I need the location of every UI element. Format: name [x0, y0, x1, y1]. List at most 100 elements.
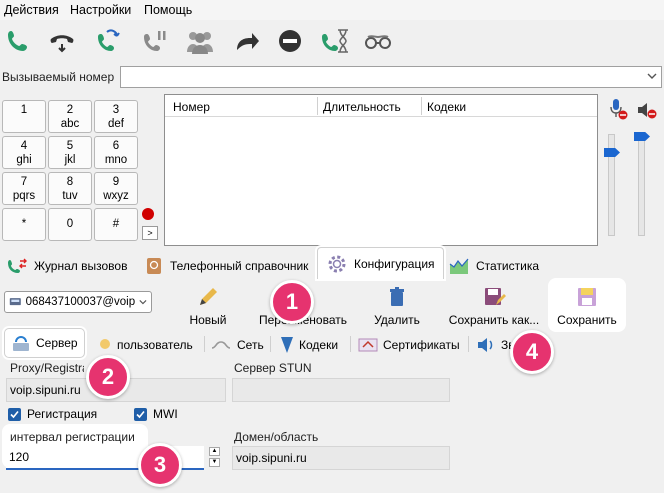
record-icon[interactable]: [142, 208, 154, 220]
account-select[interactable]: 068437100037@voip: [4, 291, 152, 313]
registration-checkbox[interactable]: Регистрация: [8, 407, 97, 421]
subtab-divider: [468, 336, 469, 352]
col-duration[interactable]: Длительность: [323, 100, 401, 114]
conference-icon[interactable]: [182, 23, 218, 59]
call-icon[interactable]: [0, 23, 36, 59]
menu-actions[interactable]: Действия: [4, 3, 59, 17]
stun-field[interactable]: [232, 378, 450, 402]
tab-call-log[interactable]: Журнал вызовов: [6, 254, 127, 278]
tab-configuration[interactable]: Конфигурация: [317, 247, 444, 279]
anonymous-icon[interactable]: [360, 23, 396, 59]
speaker-volume-thumb[interactable]: [634, 132, 650, 141]
key-7[interactable]: 7 pqrs: [2, 172, 46, 205]
trash-icon: [390, 287, 404, 306]
proxy-value: voip.sipuni.ru: [10, 383, 81, 397]
save-as-button[interactable]: Сохранить как...: [446, 285, 542, 327]
dial-number-combo[interactable]: [120, 66, 662, 88]
mic-mute-icon[interactable]: [608, 98, 628, 120]
call-log-icon: [8, 258, 27, 273]
menu-settings[interactable]: Настройки: [70, 3, 131, 17]
phonebook-icon: [147, 258, 161, 274]
new-button[interactable]: Новый: [186, 285, 230, 327]
calls-list-header: Номер Длительность Кодеки: [165, 95, 597, 117]
subtab-user[interactable]: пользователь: [98, 333, 193, 357]
subtab-codecs[interactable]: Кодеки: [280, 333, 338, 357]
calls-list[interactable]: Номер Длительность Кодеки: [164, 94, 598, 246]
save-label: Сохранить: [557, 313, 617, 327]
mwi-checkbox[interactable]: MWI: [134, 407, 178, 421]
tab-phonebook[interactable]: Телефонный справочник: [144, 254, 308, 278]
subtab-certificates[interactable]: Сертификаты: [358, 333, 460, 357]
subtab-network-label: Сеть: [237, 338, 264, 352]
subtab-divider: [350, 336, 351, 352]
key-star[interactable]: *: [2, 208, 46, 241]
network-icon: [211, 341, 231, 349]
registration-label: Регистрация: [27, 407, 98, 421]
toolbar: [0, 20, 664, 62]
spin-up-icon[interactable]: ▲: [209, 447, 220, 456]
server-icon: [13, 336, 29, 351]
account-toolbar: 068437100037@voip Новый Переименовать Уд…: [0, 280, 664, 335]
interval-label: интервал регистрации: [10, 430, 135, 444]
subtab-sound[interactable]: Звук: [476, 333, 511, 357]
volume-controls: [600, 94, 664, 246]
subtab-network[interactable]: Сеть: [210, 333, 264, 357]
forward-icon[interactable]: [228, 23, 264, 59]
mwi-label: MWI: [153, 407, 178, 421]
delete-label: Удалить: [374, 313, 420, 327]
subtab-certificates-label: Сертификаты: [383, 338, 460, 352]
key-8[interactable]: 8 tuv: [48, 172, 92, 205]
key-3[interactable]: 3 def: [94, 100, 138, 133]
pencil-icon: [200, 288, 217, 305]
key-4[interactable]: 4 ghi: [2, 136, 46, 169]
hangup-icon[interactable]: [44, 23, 80, 59]
expand-button[interactable]: >: [142, 226, 158, 240]
chevron-down-icon: [647, 73, 657, 79]
domain-value: voip.sipuni.ru: [236, 451, 307, 465]
key-1[interactable]: 1: [2, 100, 46, 133]
subtab-codecs-label: Кодеки: [299, 338, 339, 352]
checkmark-icon: [8, 407, 21, 421]
key-0[interactable]: 0: [48, 208, 92, 241]
certificate-icon: [358, 338, 378, 352]
spin-down-icon[interactable]: ▼: [209, 458, 220, 467]
domain-field[interactable]: voip.sipuni.ru: [232, 446, 450, 470]
key-6[interactable]: 6 mno: [94, 136, 138, 169]
codecs-icon: [281, 337, 293, 353]
dial-row: Вызываемый номер: [0, 64, 664, 90]
tab-configuration-label: Конфигурация: [354, 256, 435, 271]
key-5[interactable]: 5 jkl: [48, 136, 92, 169]
col-codecs[interactable]: Кодеки: [427, 100, 466, 114]
checkmark-icon: [134, 407, 147, 421]
transfer-icon[interactable]: [90, 23, 126, 59]
step-badge-2: 2: [86, 355, 130, 399]
key-2[interactable]: 2 abc: [48, 100, 92, 133]
new-label: Новый: [189, 313, 227, 327]
user-icon: [100, 339, 110, 349]
mic-volume-thumb[interactable]: [604, 148, 620, 157]
domain-label: Домен/область: [234, 430, 319, 444]
dnd-icon[interactable]: [272, 23, 308, 59]
stun-label: Сервер STUN: [234, 361, 312, 375]
key-hash[interactable]: #: [94, 208, 138, 241]
tab-statistics[interactable]: Статистика: [448, 254, 539, 278]
call-later-icon[interactable]: [316, 23, 352, 59]
proxy-label: Proxy/Registrar: [10, 361, 84, 375]
statistics-icon: [449, 258, 469, 274]
subtab-divider: [270, 336, 271, 352]
save-as-label: Сохранить как...: [448, 313, 540, 327]
subtab-user-label: пользователь: [117, 338, 193, 352]
column-divider: [317, 97, 318, 115]
col-number[interactable]: Номер: [173, 100, 210, 114]
subtab-server[interactable]: Сервер: [4, 328, 85, 358]
save-as-icon: [485, 288, 506, 305]
speaker-mute-icon[interactable]: [636, 100, 658, 120]
speaker-volume-slider[interactable]: [638, 134, 645, 236]
save-button[interactable]: Сохранить: [550, 280, 624, 330]
chevron-down-icon: [139, 300, 147, 305]
delete-button[interactable]: Удалить: [370, 285, 424, 327]
dial-label: Вызываемый номер: [2, 70, 115, 84]
menu-help[interactable]: Помощь: [144, 3, 192, 17]
key-9[interactable]: 9 wxyz: [94, 172, 138, 205]
hold-icon[interactable]: [136, 23, 172, 59]
